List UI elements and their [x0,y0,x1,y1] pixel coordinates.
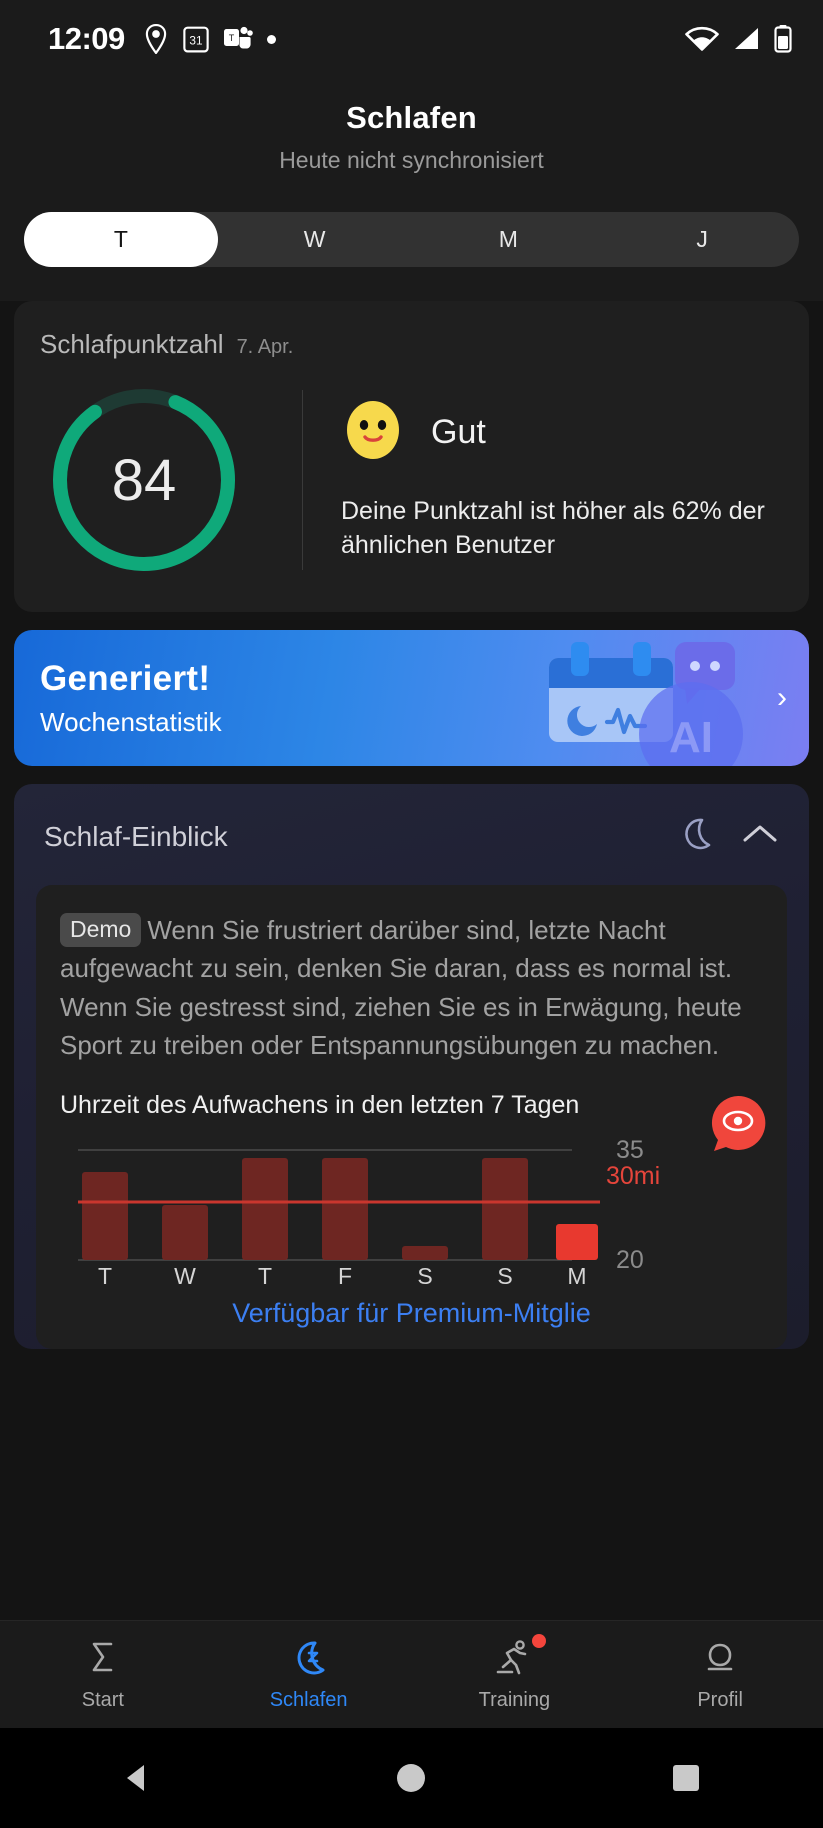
sleep-score-date: 7. Apr. [237,336,294,359]
running-icon [493,1637,535,1682]
banner-artwork: AI [523,630,753,766]
chart-title: Uhrzeit des Aufwachens in den letzten 7 … [60,1091,763,1120]
status-bar-time: 12:09 [48,21,125,57]
insight-header-icons [675,814,779,859]
tab-day[interactable]: T [24,212,218,267]
status-bar: 12:09 31 T [0,0,823,78]
insight-inner-card: DemoWenn Sie frustriert darüber sind, le… [36,885,787,1349]
tab-week[interactable]: W [218,212,412,267]
svg-text:S: S [417,1263,432,1286]
eye-icon[interactable] [707,1092,769,1154]
tab-year[interactable]: J [605,212,799,267]
svg-text:31: 31 [189,33,202,47]
status-bar-right-icons [685,24,793,54]
sleep-score-card[interactable]: Schlafpunktzahl 7. Apr. 84 [14,301,809,612]
svg-text:T: T [98,1263,112,1286]
dot-icon [267,35,276,44]
wakeup-time-chart[interactable]: 30min 35 20 T W T F S S M [60,1136,763,1286]
sigma-icon [83,1637,123,1682]
teams-icon: T [223,25,253,53]
wifi-icon [685,25,719,53]
nav-item-training[interactable]: Training [412,1637,618,1712]
calendar-31-icon: 31 [183,25,209,53]
weekly-stats-banner[interactable]: AI Generiert! Wochenstatistik › [14,630,809,766]
svg-text:F: F [338,1263,352,1286]
page-title: Schlafen [0,100,823,136]
sleep-score-body: 84 Gut [40,382,783,578]
nav-label-sleep: Schlafen [270,1689,348,1712]
nav-item-profile[interactable]: Profil [617,1637,823,1712]
sleep-insight-title: Schlaf-Einblick [44,821,228,853]
page-header: Schlafen Heute nicht synchronisiert [0,78,823,182]
banner-text: Generiert! Wochenstatistik [14,659,222,738]
sleep-score-details: Gut Deine Punktzahl ist höher als 62% de… [303,398,783,562]
tab-month[interactable]: M [412,212,606,267]
moon-icon [675,814,715,859]
chevron-right-icon[interactable]: › [777,683,787,713]
signal-icon [731,25,761,53]
sleep-moon-z-icon [289,1637,329,1682]
bottom-navigation[interactable]: Start Schlafen Training [0,1620,823,1728]
nav-item-start[interactable]: Start [0,1637,206,1712]
sleep-score-ring: 84 [46,382,242,578]
svg-text:35: 35 [616,1136,644,1164]
home-circle-icon[interactable] [389,1758,433,1798]
sync-status-text: Heute nicht synchronisiert [0,147,823,174]
insight-demo-paragraph: DemoWenn Sie frustriert darüber sind, le… [60,911,763,1065]
chevron-up-icon[interactable] [741,821,779,852]
range-tabs[interactable]: T W M J [24,212,799,267]
sleep-score-description: Deine Punktzahl ist höher als 62% der äh… [341,495,783,562]
sleep-score-header: Schlafpunktzahl 7. Apr. [40,329,783,360]
system-navigation-bar[interactable] [0,1728,823,1828]
sleep-insight-header: Schlaf-Einblick [36,808,787,859]
recents-square-icon[interactable] [664,1758,708,1798]
app-root: 12:09 31 T Schlafe [0,0,823,1828]
banner-title: Generiert! [40,659,222,699]
battery-icon [773,24,793,54]
svg-text:T: T [258,1263,272,1286]
sleep-score-label: Schlafpunktzahl [40,329,224,360]
chart-svg: 30min 35 20 T W T F S S M [60,1136,660,1286]
banner-subtitle: Wochenstatistik [40,707,222,738]
svg-text:AI: AI [669,713,713,762]
svg-text:30min: 30min [606,1162,660,1190]
mood-label: Gut [431,413,486,452]
sleep-score-value: 84 [46,382,242,578]
svg-text:W: W [174,1263,196,1286]
demo-badge: Demo [60,913,141,947]
notification-badge-icon [532,1634,546,1648]
svg-text:T: T [229,33,235,43]
smiley-face-icon [341,398,405,467]
nav-label-profile: Profil [697,1689,743,1712]
svg-text:20: 20 [616,1246,644,1274]
nav-item-sleep[interactable]: Schlafen [206,1637,412,1712]
sigma-profile-icon [700,1637,740,1682]
insight-demo-text: Wenn Sie frustriert darüber sind, letzte… [60,915,742,1060]
premium-link[interactable]: Verfügbar für Premium-Mitglie [60,1286,763,1329]
mood-row: Gut [341,398,783,467]
back-triangle-icon[interactable] [115,1758,159,1798]
nav-label-start: Start [82,1689,124,1712]
svg-text:S: S [497,1263,512,1286]
status-bar-left-icons: 31 T [143,24,276,54]
nav-label-training: Training [479,1689,551,1712]
location-icon [143,24,169,54]
sleep-insight-card[interactable]: Schlaf-Einblick DemoWenn Sie frustriert … [14,784,809,1349]
scroll-content[interactable]: Schlafpunktzahl 7. Apr. 84 [0,301,823,1828]
range-tabs-wrapper: T W M J [0,182,823,301]
svg-text:M: M [567,1263,586,1286]
